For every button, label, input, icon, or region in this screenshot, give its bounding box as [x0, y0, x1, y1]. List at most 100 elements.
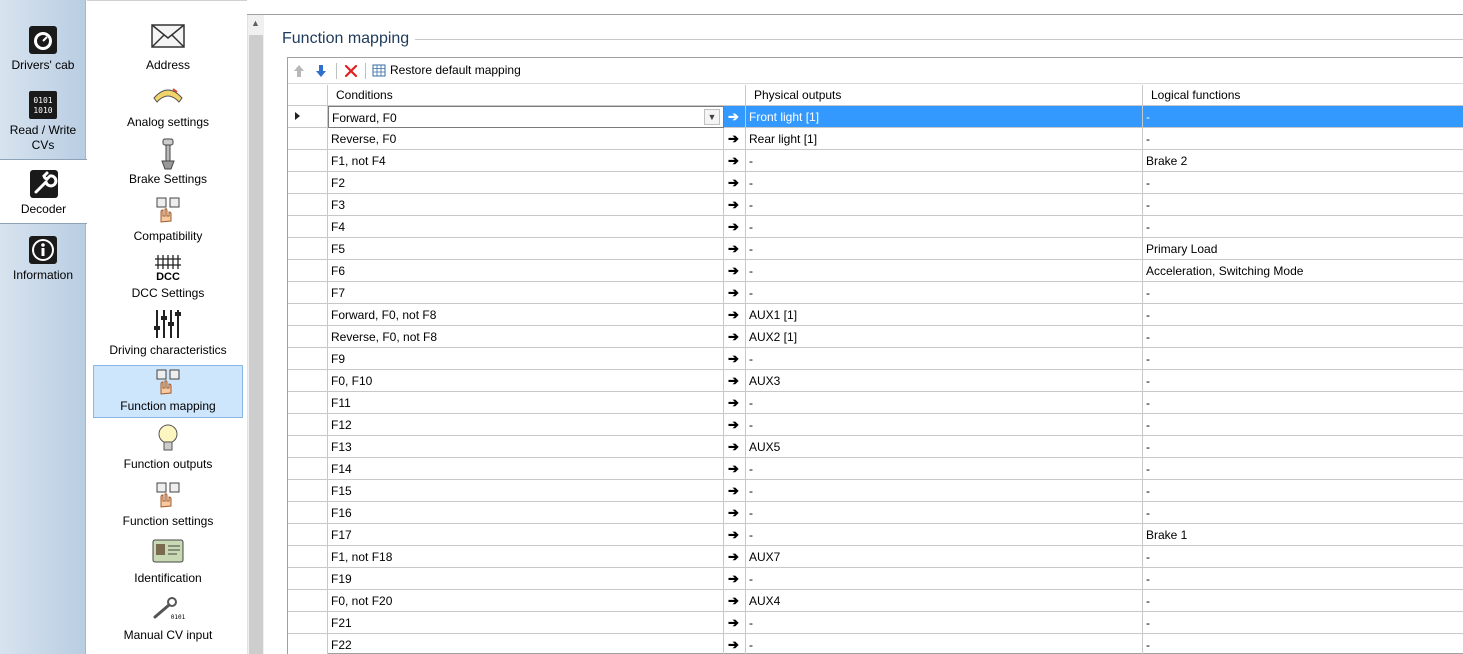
table-row[interactable]: F1, not F4 ➔ - Brake 2	[288, 150, 1463, 172]
logical-functions-cell[interactable]: -	[1143, 194, 1463, 216]
conditions-cell[interactable]: F14	[328, 458, 724, 480]
row-header[interactable]	[288, 546, 328, 568]
row-header[interactable]	[288, 458, 328, 480]
table-row[interactable]: F13 ➔ AUX5-	[288, 436, 1463, 458]
logical-functions-cell[interactable]: -	[1143, 458, 1463, 480]
logical-functions-cell[interactable]: -	[1143, 590, 1463, 612]
physical-outputs-cell[interactable]: AUX7	[746, 546, 1143, 568]
table-row[interactable]: F6 ➔ - Acceleration, Switching Mode	[288, 260, 1463, 282]
row-header[interactable]	[288, 172, 328, 194]
physical-outputs-cell[interactable]: -	[746, 150, 1143, 172]
table-row[interactable]: F2 ➔ - -	[288, 172, 1463, 194]
physical-outputs-cell[interactable]: -	[746, 634, 1143, 654]
column-header-logical-functions[interactable]: Logical functions	[1143, 85, 1463, 106]
physical-outputs-cell[interactable]: -	[746, 458, 1143, 480]
category-decoder[interactable]: Decoder	[0, 159, 87, 224]
logical-functions-cell[interactable]: -	[1143, 502, 1463, 524]
physical-outputs-cell[interactable]: AUX2 [1]	[746, 326, 1143, 348]
category-information[interactable]: Information	[0, 234, 86, 282]
physical-outputs-cell[interactable]: -	[746, 524, 1143, 546]
logical-functions-cell[interactable]: -	[1143, 612, 1463, 634]
row-header[interactable]	[288, 612, 328, 634]
conditions-cell[interactable]: F2	[328, 172, 724, 194]
physical-outputs-cell[interactable]: AUX3	[746, 370, 1143, 392]
row-header[interactable]	[288, 590, 328, 612]
table-row[interactable]: F22 ➔ - -	[288, 634, 1463, 654]
physical-outputs-cell[interactable]: -	[746, 612, 1143, 634]
category-drivers-cab[interactable]: Drivers' cab	[0, 24, 86, 72]
table-row[interactable]: F17 ➔ - Brake 1	[288, 524, 1463, 546]
conditions-cell[interactable]: F0, F10	[328, 370, 724, 392]
subnav-item-driving-characteristics[interactable]: Driving characteristics	[93, 308, 243, 361]
subnav-scrollbar[interactable]: ▲	[247, 15, 264, 654]
conditions-cell[interactable]: F1, not F4	[328, 150, 724, 172]
logical-functions-cell[interactable]: Acceleration, Switching Mode	[1143, 260, 1463, 282]
table-row[interactable]: F7 ➔ - -	[288, 282, 1463, 304]
table-row[interactable]: F21 ➔ - -	[288, 612, 1463, 634]
subnav-item-compatibility[interactable]: Compatibility	[93, 194, 243, 247]
row-header[interactable]	[288, 194, 328, 216]
table-row[interactable]: Reverse, F0, not F8 ➔ AUX2 [1] -	[288, 326, 1463, 348]
physical-outputs-cell[interactable]: AUX4	[746, 590, 1143, 612]
logical-functions-cell[interactable]: Brake 1	[1143, 524, 1463, 546]
conditions-cell[interactable]: F12	[328, 414, 724, 436]
conditions-cell[interactable]: Reverse, F0, not F8	[328, 326, 724, 348]
scrollbar-thumb[interactable]	[249, 35, 263, 654]
table-row[interactable]: F9 ➔ - -	[288, 348, 1463, 370]
subnav-item-identification[interactable]: Identification	[93, 536, 243, 589]
physical-outputs-cell[interactable]: -	[746, 260, 1143, 282]
conditions-cell[interactable]: Reverse, F0	[328, 128, 724, 150]
logical-functions-cell[interactable]: -	[1143, 106, 1463, 128]
table-row[interactable]: F1, not F18 ➔ AUX7-	[288, 546, 1463, 568]
logical-functions-cell[interactable]: -	[1143, 304, 1463, 326]
physical-outputs-cell[interactable]: -	[746, 348, 1143, 370]
conditions-cell[interactable]: F1, not F18	[328, 546, 724, 568]
physical-outputs-cell[interactable]: -	[746, 238, 1143, 260]
physical-outputs-cell[interactable]: -	[746, 568, 1143, 590]
physical-outputs-cell[interactable]: -	[746, 480, 1143, 502]
column-header-conditions[interactable]: Conditions	[328, 85, 746, 106]
table-row[interactable]: F0, F10 ➔ AUX3-	[288, 370, 1463, 392]
table-row[interactable]: Reverse, F0 ➔ Rear light [1] -	[288, 128, 1463, 150]
subnav-item-dcc-settings[interactable]: DCC DCC Settings	[93, 251, 243, 304]
logical-functions-cell[interactable]: Primary Load	[1143, 238, 1463, 260]
table-row[interactable]: F0, not F20 ➔ AUX4-	[288, 590, 1463, 612]
physical-outputs-cell[interactable]: -	[746, 216, 1143, 238]
conditions-cell[interactable]: F4	[328, 216, 724, 238]
subnav-item-brake-settings[interactable]: Brake Settings	[93, 137, 243, 190]
table-row[interactable]: F12 ➔ - -	[288, 414, 1463, 436]
logical-functions-cell[interactable]: -	[1143, 348, 1463, 370]
conditions-cell[interactable]: F16	[328, 502, 724, 524]
conditions-combo[interactable]: Forward, F0 ▼	[328, 106, 724, 128]
row-header[interactable]	[288, 238, 328, 260]
conditions-cell[interactable]: F5	[328, 238, 724, 260]
table-row[interactable]: Forward, F0, not F8 ➔ AUX1 [1] -	[288, 304, 1463, 326]
physical-outputs-cell[interactable]: -	[746, 282, 1143, 304]
conditions-cell[interactable]: F6	[328, 260, 724, 282]
move-down-icon[interactable]	[314, 62, 328, 80]
row-header[interactable]	[288, 524, 328, 546]
physical-outputs-cell[interactable]: AUX5	[746, 436, 1143, 458]
logical-functions-cell[interactable]: -	[1143, 392, 1463, 414]
physical-outputs-cell[interactable]: -	[746, 392, 1143, 414]
conditions-cell[interactable]: Forward, F0, not F8	[328, 304, 724, 326]
table-row[interactable]: F15 ➔ - -	[288, 480, 1463, 502]
physical-outputs-cell[interactable]: Front light [1]	[746, 106, 1143, 128]
logical-functions-cell[interactable]: Brake 2	[1143, 150, 1463, 172]
conditions-cell[interactable]: F3	[328, 194, 724, 216]
table-row[interactable]: F4 ➔ - -	[288, 216, 1463, 238]
physical-outputs-cell[interactable]: -	[746, 172, 1143, 194]
row-header[interactable]	[288, 634, 328, 654]
logical-functions-cell[interactable]: -	[1143, 172, 1463, 194]
table-icon[interactable]	[372, 62, 386, 80]
conditions-cell[interactable]: F21	[328, 612, 724, 634]
logical-functions-cell[interactable]: -	[1143, 128, 1463, 150]
table-row[interactable]: F16 ➔ - -	[288, 502, 1463, 524]
row-header[interactable]	[288, 282, 328, 304]
conditions-cell[interactable]: F17	[328, 524, 724, 546]
subnav-item-analog-settings[interactable]: Analog settings	[93, 80, 243, 133]
row-header[interactable]	[288, 304, 328, 326]
table-row[interactable]: F5 ➔ - Primary Load	[288, 238, 1463, 260]
table-row[interactable]: F14 ➔ - -	[288, 458, 1463, 480]
table-row[interactable]: Forward, F0 ▼ ➔ Front light [1] -	[288, 106, 1463, 128]
